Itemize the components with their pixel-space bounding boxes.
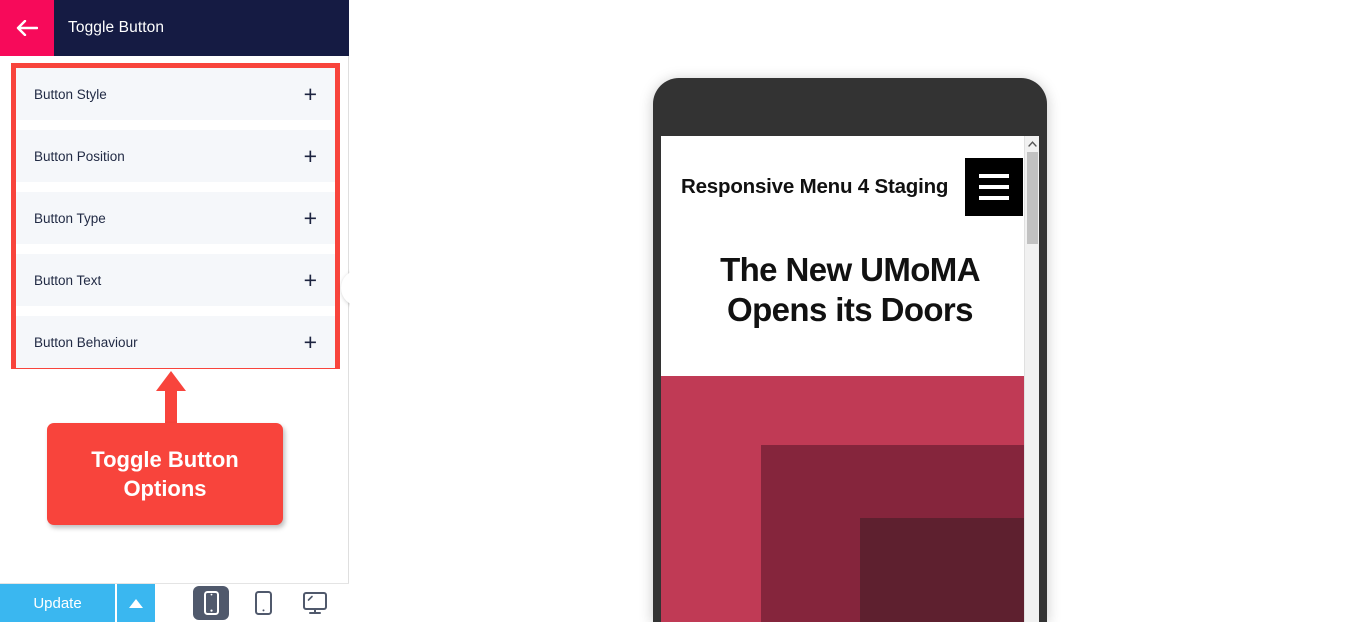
hamburger-line <box>979 196 1009 200</box>
tablet-icon <box>254 591 272 615</box>
app-root: Toggle Button Button Style + Button Posi… <box>0 0 1345 622</box>
plus-icon[interactable]: + <box>304 268 317 292</box>
device-button-tablet[interactable] <box>245 586 281 620</box>
plus-icon[interactable]: + <box>304 330 317 354</box>
caret-up-icon <box>129 598 143 608</box>
accordion-item-button-style[interactable]: Button Style + <box>16 68 335 120</box>
update-button[interactable]: Update <box>0 583 115 622</box>
hamburger-line <box>979 185 1009 189</box>
phone-mockup: Responsive Menu 4 Staging The New UMoMA … <box>653 78 1047 622</box>
accordion-item-button-type[interactable]: Button Type + <box>16 192 335 244</box>
back-arrow-icon <box>16 20 38 36</box>
device-button-mobile[interactable] <box>193 586 229 620</box>
chevron-up-icon <box>1027 141 1037 147</box>
accordion-label: Button Style <box>34 86 107 102</box>
phone-screen: Responsive Menu 4 Staging The New UMoMA … <box>661 136 1039 622</box>
back-button[interactable] <box>0 0 54 56</box>
desktop-icon <box>303 592 327 614</box>
scrollbar-up-button[interactable] <box>1025 136 1039 152</box>
hamburger-icon[interactable] <box>965 158 1023 216</box>
mobile-icon <box>203 591 219 615</box>
accordion-label: Button Behaviour <box>34 334 138 350</box>
annotation-callout: Toggle Button Options <box>47 423 283 525</box>
preview-area: Responsive Menu 4 Staging The New UMoMA … <box>350 0 1345 622</box>
hero-heading: The New UMoMA Opens its Doors <box>661 238 1039 331</box>
bottom-toolbar: Update <box>0 583 349 622</box>
plus-icon[interactable]: + <box>304 206 317 230</box>
device-button-desktop[interactable] <box>297 586 333 620</box>
callout-line-1: Toggle Button <box>91 446 239 472</box>
hero-rect-inner <box>860 518 1024 622</box>
accordion-item-button-behaviour[interactable]: Button Behaviour + <box>16 316 335 368</box>
accordion-label: Button Position <box>34 148 125 164</box>
page-title: Toggle Button <box>68 19 165 36</box>
hero-heading-line-1: The New UMoMA <box>720 251 980 288</box>
scrollbar-thumb[interactable] <box>1026 152 1038 244</box>
hero-image <box>661 376 1024 622</box>
update-options-button[interactable] <box>115 583 155 622</box>
preview-scrollbar[interactable] <box>1024 136 1039 622</box>
callout-text: Toggle Button Options <box>91 445 238 504</box>
accordion-item-button-position[interactable]: Button Position + <box>16 130 335 182</box>
device-preview-switcher <box>193 586 333 620</box>
plus-icon[interactable]: + <box>304 82 317 106</box>
plus-icon[interactable]: + <box>304 144 317 168</box>
hamburger-line <box>979 174 1009 178</box>
accordion-item-button-text[interactable]: Button Text + <box>16 254 335 306</box>
accordion-list: Button Style + Button Position + Button … <box>16 68 335 368</box>
panel-header: Toggle Button <box>0 0 349 56</box>
site-header: Responsive Menu 4 Staging <box>661 136 1039 238</box>
hero-heading-line-2: Opens its Doors <box>727 291 973 329</box>
settings-panel: Toggle Button Button Style + Button Posi… <box>0 0 349 622</box>
site-title: Responsive Menu 4 Staging <box>681 175 949 198</box>
accordion-label: Button Type <box>34 210 106 226</box>
up-arrow-icon <box>156 371 186 423</box>
callout-line-2: Options <box>123 476 207 501</box>
accordion-label: Button Text <box>34 272 102 288</box>
